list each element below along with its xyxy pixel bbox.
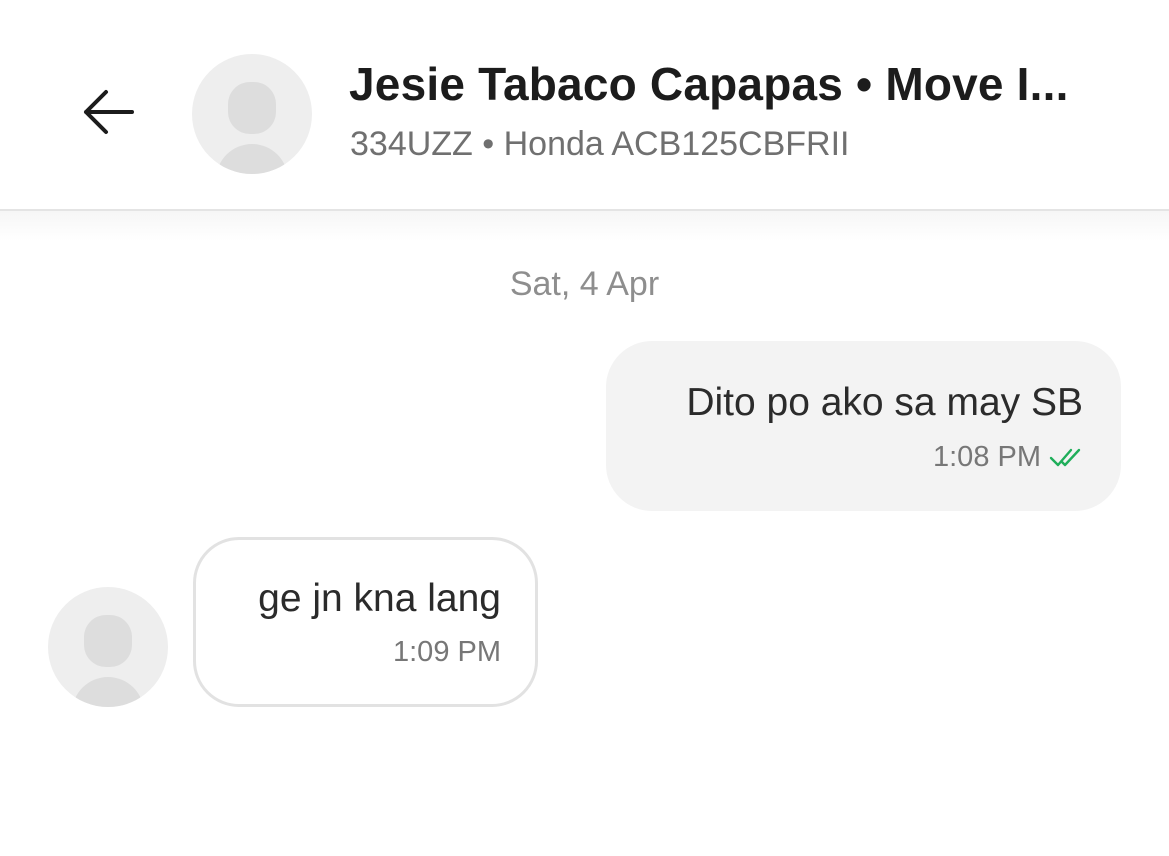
message-time: 1:09 PM — [393, 636, 501, 668]
double-check-icon — [1049, 446, 1083, 468]
person-placeholder-icon — [84, 615, 132, 667]
message-time: 1:08 PM — [933, 441, 1041, 473]
header-shadow — [0, 211, 1169, 241]
back-button[interactable] — [72, 80, 144, 144]
contact-avatar[interactable] — [192, 54, 312, 174]
vehicle-info: 334UZZ • Honda ACB125CBFRII — [350, 125, 850, 163]
incoming-message-bubble[interactable]: ge jn kna lang 1:09 PM — [193, 537, 538, 707]
person-placeholder-icon — [228, 82, 276, 134]
contact-name-title[interactable]: Jesie Tabaco Capapas • Move I... — [349, 56, 1119, 112]
arrow-left-icon — [84, 90, 134, 134]
message-meta: 1:09 PM — [230, 634, 501, 670]
message-meta: 1:08 PM — [642, 439, 1083, 475]
outgoing-message-bubble[interactable]: Dito po ako sa may SB 1:08 PM — [606, 341, 1121, 511]
date-separator: Sat, 4 Apr — [509, 265, 660, 303]
message-text: ge jn kna lang — [258, 577, 501, 620]
chat-header: Jesie Tabaco Capapas • Move I... 334UZZ … — [0, 0, 1169, 211]
sender-avatar[interactable] — [48, 587, 168, 707]
message-text: Dito po ako sa may SB — [686, 381, 1083, 424]
